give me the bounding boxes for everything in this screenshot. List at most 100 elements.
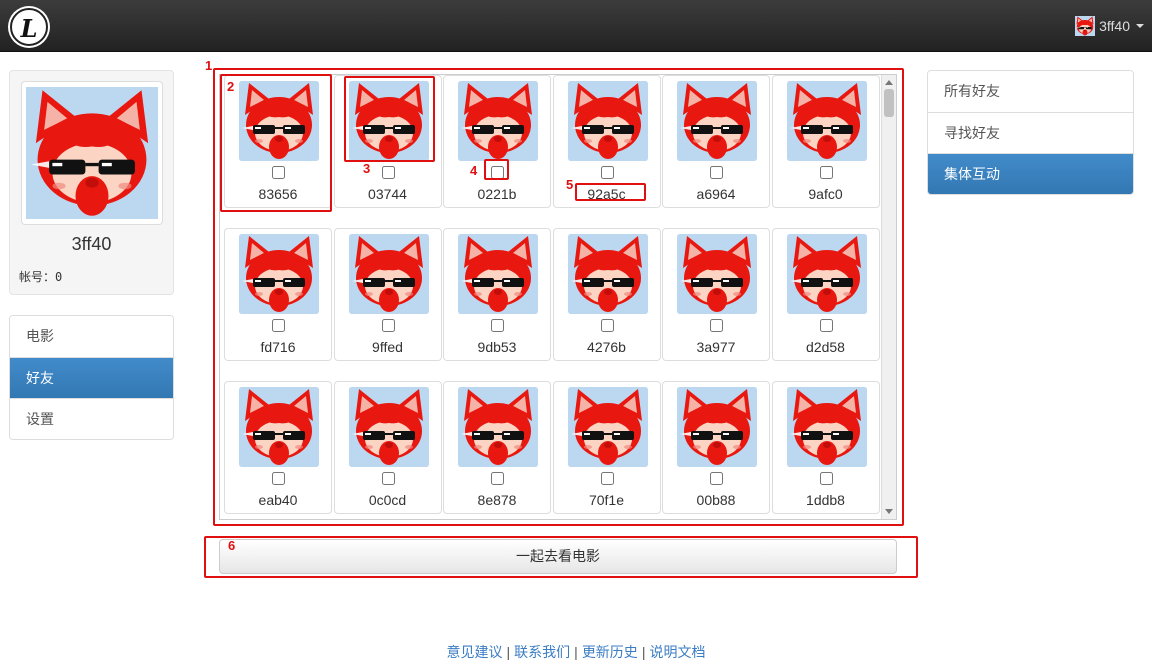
left-nav-item-friends[interactable]: 好友 bbox=[10, 357, 173, 398]
friend-avatar[interactable] bbox=[239, 387, 319, 467]
friend-name: 00b88 bbox=[696, 492, 736, 508]
friend-card[interactable]: 1ddb8 bbox=[771, 381, 880, 514]
friend-card[interactable]: 0221b bbox=[443, 75, 551, 208]
fox-avatar-icon bbox=[26, 86, 158, 220]
friend-avatar[interactable] bbox=[348, 234, 429, 314]
footer-link-contact[interactable]: 联系我们 bbox=[514, 644, 570, 660]
watch-movie-together-button[interactable]: 一起去看电影 bbox=[219, 539, 897, 574]
friends-grid-panel[interactable]: 83656 03744 0221b 92a5c a6964 9afc0 fd716 9ffed… bbox=[219, 74, 897, 520]
friend-avatar[interactable] bbox=[786, 234, 867, 314]
logo-icon[interactable]: L bbox=[10, 8, 48, 46]
friend-name: 9ffed bbox=[372, 339, 403, 355]
friend-card[interactable]: 0c0cd bbox=[333, 381, 442, 514]
friend-select-checkbox[interactable] bbox=[710, 319, 723, 332]
friend-select-checkbox[interactable] bbox=[491, 319, 504, 332]
fox-avatar-icon bbox=[787, 81, 867, 161]
friend-select-checkbox[interactable] bbox=[272, 472, 285, 485]
friend-select-checkbox[interactable] bbox=[272, 166, 285, 179]
scroll-down-icon[interactable] bbox=[885, 509, 893, 514]
friend-avatar[interactable] bbox=[458, 387, 538, 467]
fox-avatar-icon bbox=[568, 81, 648, 161]
friend-name: 9afc0 bbox=[808, 186, 843, 202]
fox-avatar-icon bbox=[349, 81, 429, 161]
friend-avatar[interactable] bbox=[458, 81, 538, 161]
profile-avatar[interactable] bbox=[21, 81, 163, 225]
annotation-label-3: 3 bbox=[363, 161, 371, 176]
friend-name: eab40 bbox=[258, 492, 298, 508]
friend-card[interactable]: 83656 bbox=[224, 75, 332, 208]
friend-select-checkbox[interactable] bbox=[491, 166, 504, 179]
username-label: 3ff40 bbox=[1099, 18, 1130, 34]
left-nav-item-movies[interactable]: 电影 bbox=[10, 316, 173, 357]
friend-card[interactable]: fd716 bbox=[224, 228, 332, 361]
footer-separator: | bbox=[641, 644, 646, 660]
right-nav-item-find-friends[interactable]: 寻找好友 bbox=[928, 112, 1133, 153]
friend-select-checkbox[interactable] bbox=[600, 319, 614, 332]
friend-avatar[interactable] bbox=[239, 81, 319, 161]
friend-name: fd716 bbox=[260, 339, 296, 355]
friend-avatar[interactable] bbox=[567, 234, 648, 314]
friend-select-checkbox[interactable] bbox=[710, 166, 723, 179]
friend-card[interactable]: 70f1e bbox=[552, 381, 661, 514]
footer-link-docs[interactable]: 说明文档 bbox=[649, 644, 705, 660]
friend-select-checkbox[interactable] bbox=[272, 319, 285, 332]
friend-card[interactable]: a6964 bbox=[662, 75, 770, 208]
friend-select-checkbox[interactable] bbox=[819, 472, 833, 485]
friend-select-checkbox[interactable] bbox=[710, 472, 723, 485]
scroll-thumb[interactable] bbox=[884, 89, 894, 117]
friend-avatar[interactable] bbox=[786, 81, 867, 161]
friend-select-checkbox[interactable] bbox=[600, 472, 614, 485]
friend-select-checkbox[interactable] bbox=[600, 166, 614, 179]
fox-avatar-icon bbox=[787, 387, 867, 467]
footer-link-feedback[interactable]: 意见建议 bbox=[447, 644, 503, 660]
footer: 意见建议 | 联系我们 | 更新历史 | 说明文档 bbox=[0, 642, 1152, 662]
annotation-label-4: 4 bbox=[470, 163, 478, 178]
friend-avatar[interactable] bbox=[677, 81, 757, 161]
friend-card[interactable]: 8e878 bbox=[443, 381, 551, 514]
friend-card[interactable]: 00b88 bbox=[662, 381, 770, 514]
right-nav-item-all-friends[interactable]: 所有好友 bbox=[928, 71, 1133, 112]
friend-card[interactable]: eab40 bbox=[224, 381, 332, 514]
fox-avatar-icon bbox=[239, 81, 319, 161]
friend-select-checkbox[interactable] bbox=[381, 166, 395, 179]
friend-avatar[interactable] bbox=[239, 234, 319, 314]
chevron-down-icon bbox=[1136, 24, 1144, 28]
fox-avatar-icon bbox=[349, 234, 429, 314]
fox-avatar-icon bbox=[677, 234, 757, 314]
friend-card[interactable]: d2d58 bbox=[771, 228, 880, 361]
fox-avatar-icon bbox=[677, 387, 757, 467]
friend-card[interactable]: 03744 bbox=[333, 75, 442, 208]
friend-avatar[interactable] bbox=[348, 387, 429, 467]
profile-account: 帐号：0 bbox=[19, 270, 63, 284]
fox-avatar-icon bbox=[239, 387, 319, 467]
friend-card[interactable]: 9ffed bbox=[333, 228, 442, 361]
friend-select-checkbox[interactable] bbox=[819, 166, 833, 179]
friend-select-checkbox[interactable] bbox=[381, 319, 395, 332]
friend-select-checkbox[interactable] bbox=[381, 472, 395, 485]
left-nav-item-settings[interactable]: 设置 bbox=[10, 398, 173, 439]
friend-avatar[interactable] bbox=[458, 234, 538, 314]
friend-avatar[interactable] bbox=[677, 387, 757, 467]
vertical-scrollbar[interactable] bbox=[881, 75, 896, 519]
friend-card[interactable]: 4276b bbox=[552, 228, 661, 361]
friend-card[interactable]: 3a977 bbox=[662, 228, 770, 361]
friend-select-checkbox[interactable] bbox=[819, 319, 833, 332]
right-nav-item-group-interaction[interactable]: 集体互动 bbox=[928, 153, 1133, 194]
friend-avatar[interactable] bbox=[348, 81, 429, 161]
friend-avatar[interactable] bbox=[677, 234, 757, 314]
fox-avatar-icon bbox=[349, 387, 429, 467]
friend-avatar[interactable] bbox=[567, 387, 648, 467]
scroll-up-icon[interactable] bbox=[885, 80, 893, 85]
top-navbar: L 3ff40 bbox=[0, 0, 1152, 52]
friend-name: 8e878 bbox=[477, 492, 517, 508]
friend-avatar[interactable] bbox=[567, 81, 648, 161]
user-menu-dropdown[interactable]: 3ff40 bbox=[1075, 14, 1144, 38]
friend-select-checkbox[interactable] bbox=[491, 472, 504, 485]
friend-card[interactable]: 9db53 bbox=[443, 228, 551, 361]
friend-name: 4276b bbox=[587, 339, 626, 355]
friend-avatar[interactable] bbox=[786, 387, 867, 467]
footer-link-changelog[interactable]: 更新历史 bbox=[582, 644, 638, 660]
profile-name: 3ff40 bbox=[71, 234, 112, 254]
friend-card[interactable]: 9afc0 bbox=[771, 75, 880, 208]
friend-name: 0c0cd bbox=[368, 492, 407, 508]
